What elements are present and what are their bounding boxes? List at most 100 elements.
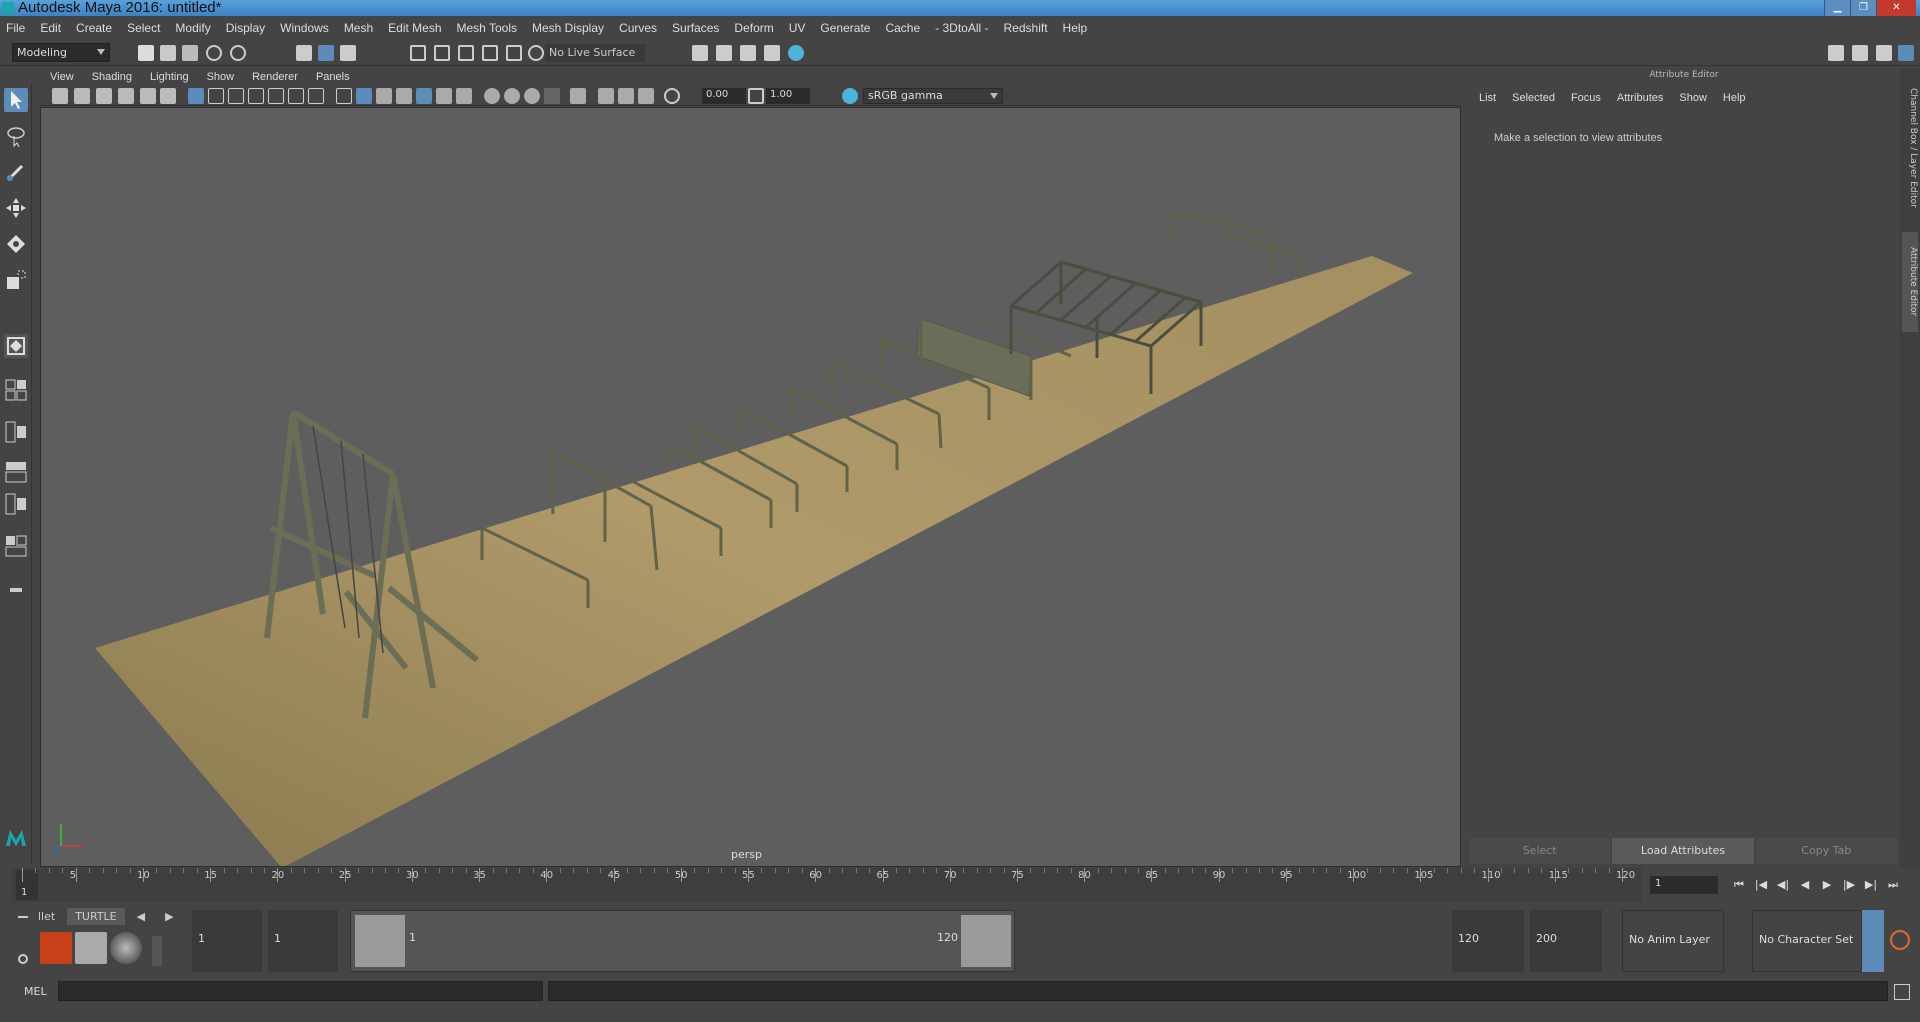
modeling-toolkit-icon[interactable]: [1828, 45, 1844, 61]
menu-file[interactable]: File: [6, 21, 25, 35]
channel-box-tab[interactable]: Channel Box / Layer Editor: [1902, 78, 1918, 218]
command-input[interactable]: [58, 981, 543, 1001]
hypershade-icon[interactable]: [788, 45, 804, 61]
menu-redshift[interactable]: Redshift: [1004, 21, 1048, 35]
viewport-menu-panels[interactable]: Panels: [316, 71, 350, 83]
gamma-field[interactable]: 1.00: [766, 88, 810, 104]
film-gate-icon[interactable]: [208, 88, 224, 104]
menu-display[interactable]: Display: [226, 21, 265, 35]
snap-to-grid-icon[interactable]: [410, 45, 426, 61]
attr-menu-selected[interactable]: Selected: [1512, 92, 1555, 104]
anti-aliasing-icon[interactable]: [524, 88, 540, 104]
attribute-editor-tab[interactable]: Attribute Editor: [1902, 232, 1918, 332]
single-perspective-layout-icon[interactable]: [4, 378, 28, 402]
shelf-tab-llet[interactable]: llet: [30, 908, 63, 925]
menu-edit[interactable]: Edit: [40, 21, 61, 35]
menu-cache[interactable]: Cache: [885, 21, 920, 35]
anim-layer-select[interactable]: No Anim Layer: [1622, 910, 1724, 972]
menu-surfaces[interactable]: Surfaces: [672, 21, 719, 35]
ipr-render-icon[interactable]: [740, 45, 756, 61]
grid-toggle-icon[interactable]: [188, 88, 204, 104]
persp-graph-layout-icon[interactable]: [4, 492, 28, 516]
script-editor-icon[interactable]: [1894, 984, 1910, 1000]
character-set-select[interactable]: No Character Set: [1752, 910, 1862, 972]
safe-title-icon[interactable]: [308, 88, 324, 104]
play-backwards-icon[interactable]: ◀: [1794, 876, 1816, 894]
tool-settings-icon[interactable]: [1876, 45, 1892, 61]
viewport-menu-view[interactable]: View: [50, 71, 74, 83]
default-material-icon[interactable]: [376, 88, 392, 104]
snap-to-point-icon[interactable]: [458, 45, 474, 61]
menu-mesh-tools[interactable]: Mesh Tools: [457, 21, 517, 35]
camera-attributes-icon[interactable]: [74, 88, 90, 104]
view-transform-select[interactable]: sRGB gamma: [863, 88, 1003, 104]
animation-start-field[interactable]: 1: [192, 910, 262, 972]
menu-mesh[interactable]: Mesh: [344, 21, 373, 35]
select-by-hierarchy-icon[interactable]: [296, 45, 312, 61]
wireframe-on-shaded-icon[interactable]: [396, 88, 412, 104]
maximize-button[interactable]: ❐: [1850, 0, 1876, 16]
ambient-occlusion-icon[interactable]: [484, 88, 500, 104]
auto-key-icon[interactable]: [1862, 910, 1884, 972]
channel-box-toggle-icon[interactable]: [1898, 45, 1914, 61]
shelf-tab-turtle[interactable]: TURTLE: [67, 908, 125, 925]
new-scene-icon[interactable]: [138, 45, 154, 61]
use-all-lights-icon[interactable]: [436, 88, 452, 104]
xray-joints-icon[interactable]: [618, 88, 634, 104]
select-by-object-icon[interactable]: [318, 45, 334, 61]
attr-menu-help[interactable]: Help: [1723, 92, 1746, 104]
shadows-icon[interactable]: [456, 88, 472, 104]
color-management-icon[interactable]: [842, 88, 858, 104]
wireframe-icon[interactable]: [336, 88, 352, 104]
bookmark-icon[interactable]: [96, 88, 112, 104]
hypershade-layout-icon[interactable]: [4, 534, 28, 558]
attribute-editor-toggle-icon[interactable]: [1852, 45, 1868, 61]
range-slider[interactable]: 1 120: [350, 910, 1015, 972]
select-tool-icon[interactable]: [4, 88, 28, 112]
2d-pan-zoom-icon[interactable]: [140, 88, 156, 104]
close-button[interactable]: ✕: [1876, 0, 1916, 16]
menu-curves[interactable]: Curves: [619, 21, 657, 35]
last-tool-icon[interactable]: [4, 334, 28, 358]
save-scene-icon[interactable]: [182, 45, 198, 61]
four-view-layout-icon[interactable]: [4, 420, 28, 444]
go-to-end-icon[interactable]: ⏭: [1882, 876, 1904, 894]
step-forward-key-icon[interactable]: |▶: [1838, 876, 1860, 894]
go-to-start-icon[interactable]: ⏮: [1728, 876, 1750, 894]
symmetry-icon[interactable]: [528, 45, 544, 61]
turtle-sphere-icon[interactable]: [110, 932, 142, 964]
menu-deform[interactable]: Deform: [734, 21, 773, 35]
exposure-icon[interactable]: [664, 88, 680, 104]
time-slider[interactable]: 1 5 10 15 20 25 30 35 40 45 50 55 60 65 70 75 80 85 90 95 1…: [12, 868, 1642, 902]
snap-to-view-plane-icon[interactable]: [482, 45, 498, 61]
motion-blur-icon[interactable]: [504, 88, 520, 104]
redo-icon[interactable]: [230, 45, 246, 61]
viewport-menu-shading[interactable]: Shading: [92, 71, 132, 83]
menu-mesh-display[interactable]: Mesh Display: [532, 21, 604, 35]
select-by-component-icon[interactable]: [340, 45, 356, 61]
textured-icon[interactable]: [416, 88, 432, 104]
resolution-gate-icon[interactable]: [228, 88, 244, 104]
minimize-button[interactable]: ▁: [1824, 0, 1850, 16]
range-start-handle[interactable]: [355, 915, 405, 967]
xray-components-icon[interactable]: [638, 88, 654, 104]
command-language-label[interactable]: MEL: [24, 985, 47, 998]
viewport-menu-lighting[interactable]: Lighting: [150, 71, 189, 83]
attr-menu-list[interactable]: List: [1479, 92, 1496, 104]
camera-select-icon[interactable]: [52, 88, 68, 104]
playback-end-field[interactable]: 120: [1452, 910, 1524, 972]
exposure-field[interactable]: 0.00: [702, 88, 746, 104]
menu-generate[interactable]: Generate: [820, 21, 870, 35]
grease-pencil-icon[interactable]: [160, 88, 176, 104]
turtle-render-icon[interactable]: [40, 932, 72, 964]
rotate-tool-icon[interactable]: [4, 232, 28, 256]
persp-outliner-layout-icon[interactable]: [4, 460, 28, 484]
shelf-settings-icon[interactable]: [18, 954, 28, 964]
paint-select-tool-icon[interactable]: [4, 160, 28, 184]
viewport-menu-show[interactable]: Show: [207, 71, 235, 83]
animation-end-field[interactable]: 200: [1530, 910, 1602, 972]
render-view-icon[interactable]: [764, 45, 780, 61]
make-live-icon[interactable]: [506, 45, 522, 61]
gate-mask-icon[interactable]: [248, 88, 264, 104]
viewport-menu-renderer[interactable]: Renderer: [252, 71, 298, 83]
